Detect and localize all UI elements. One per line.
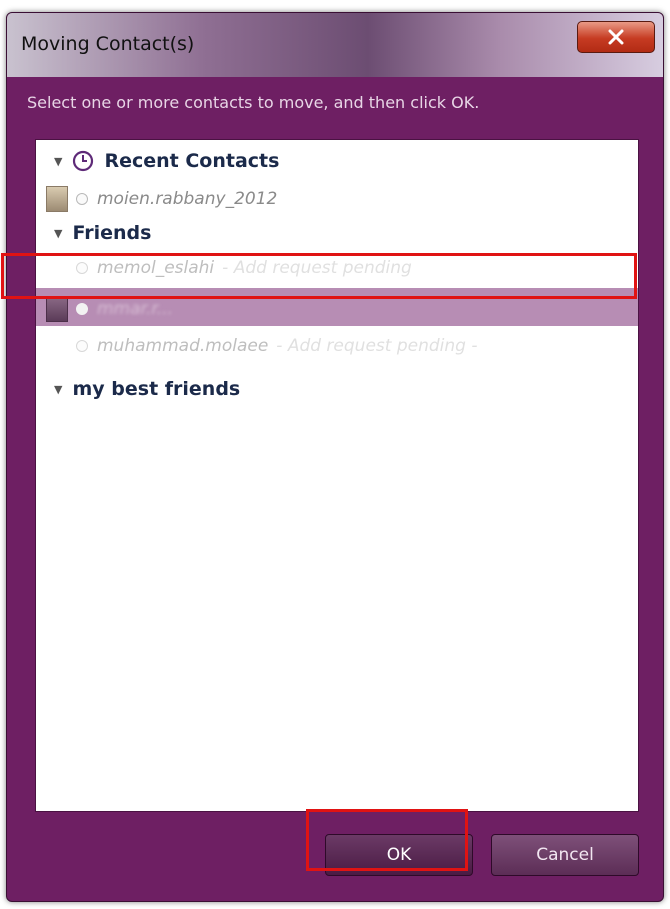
group-my-best-friends[interactable]: ▼ my best friends xyxy=(54,378,240,400)
expand-arrow-icon[interactable]: ▼ xyxy=(54,155,62,168)
group-label: my best friends xyxy=(72,378,241,400)
group-recent-contacts[interactable]: ▼ Recent Contacts xyxy=(54,150,279,172)
instruction-text: Select one or more contacts to move, and… xyxy=(27,93,480,112)
contact-name: muhammad.molaee xyxy=(97,336,269,356)
contact-name: moien.rabbany_2012 xyxy=(97,189,278,209)
status-icon xyxy=(76,193,88,205)
cancel-button[interactable]: Cancel xyxy=(491,834,639,876)
group-friends[interactable]: ▼ Friends xyxy=(54,222,151,244)
contact-list[interactable]: ▼ Recent Contacts moien.rabbany_2012 ▼ F… xyxy=(35,139,639,812)
contact-item[interactable]: moien.rabbany_2012 xyxy=(46,186,277,212)
expand-arrow-icon[interactable]: ▼ xyxy=(54,227,62,240)
contact-item[interactable]: mmar.r... xyxy=(46,296,173,322)
close-button[interactable] xyxy=(577,21,655,53)
close-icon xyxy=(608,29,624,45)
selected-row-highlight xyxy=(1,253,637,299)
contact-name: mmar.r... xyxy=(97,299,174,319)
contact-item[interactable]: muhammad.molaee - Add request pending - xyxy=(76,336,477,356)
expand-arrow-icon[interactable]: ▼ xyxy=(54,383,62,396)
moving-contacts-dialog: Moving Contact(s) Select one or more con… xyxy=(6,12,664,902)
status-icon xyxy=(76,303,88,315)
title-bar[interactable]: Moving Contact(s) xyxy=(7,13,663,77)
status-icon xyxy=(76,340,88,352)
avatar xyxy=(46,186,68,212)
ok-button-highlight xyxy=(306,809,468,871)
dialog-title: Moving Contact(s) xyxy=(21,33,195,55)
contact-status: - Add request pending - xyxy=(276,336,478,356)
avatar xyxy=(46,296,68,322)
clock-icon xyxy=(73,150,94,172)
group-label: Friends xyxy=(72,222,152,244)
group-label: Recent Contacts xyxy=(104,150,280,172)
